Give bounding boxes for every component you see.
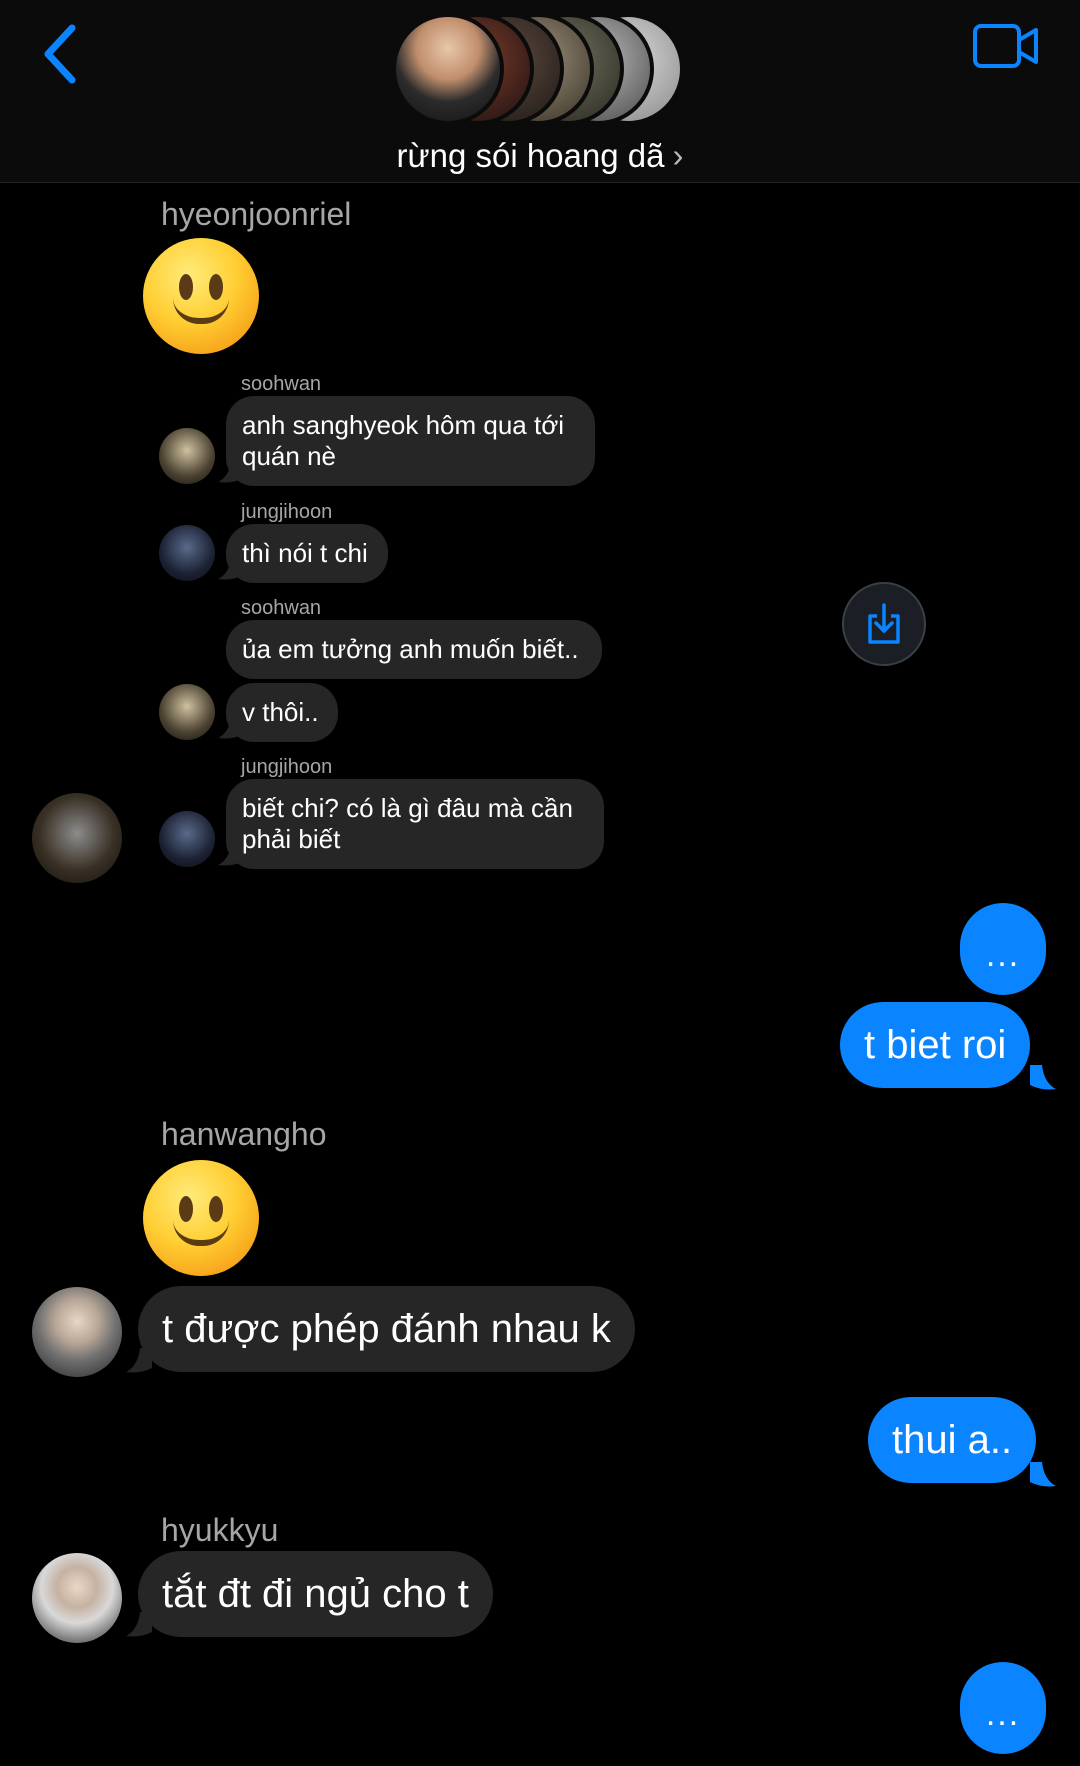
avatar — [32, 1287, 122, 1377]
avatar — [159, 428, 215, 484]
chevron-left-icon[interactable] — [36, 22, 86, 86]
avatar — [159, 525, 215, 581]
page-title: rừng sói hoang dã — [396, 137, 665, 174]
avatar — [159, 684, 215, 740]
message-bubble[interactable]: v thôi.. — [226, 683, 338, 742]
sender-name: hyukkyu — [161, 1512, 279, 1548]
avatar — [32, 793, 122, 883]
message-bubble[interactable]: anh sanghyeok hôm qua tới quán nè — [226, 396, 595, 486]
message-bubble-mine[interactable]: ... — [960, 903, 1046, 995]
message-bubble[interactable]: t được phép đánh nhau k — [138, 1286, 635, 1372]
reply-sender-name: jungjihoon — [241, 501, 333, 523]
slightly-smiling-face-icon — [143, 238, 259, 354]
message-bubble-mine[interactable]: ... — [960, 1662, 1046, 1754]
sender-name: hyeonjoonriel — [161, 196, 352, 232]
chevron-right-icon: › — [672, 137, 684, 174]
avatar — [392, 13, 504, 125]
message-bubble[interactable]: biết chi? có là gì đâu mà cần phải biết — [226, 779, 604, 869]
reply-sender-name: soohwan — [241, 597, 322, 619]
bubble-tail — [1030, 1462, 1056, 1487]
message-bubble-mine[interactable]: thui a.. — [868, 1397, 1037, 1483]
message-bubble[interactable]: thì nói t chi — [226, 524, 388, 583]
video-camera-icon[interactable] — [972, 22, 1040, 70]
group-title[interactable]: rừng sói hoang dã › — [0, 136, 1080, 176]
reply-sender-name: jungjihoon — [241, 756, 333, 778]
download-button[interactable] — [842, 582, 926, 666]
message-bubble[interactable]: tắt đt đi ngủ cho t — [138, 1551, 493, 1637]
message-bubble[interactable]: ủa em tưởng anh muốn biết.. — [226, 620, 602, 679]
chat-header: rừng sói hoang dã › — [0, 0, 1080, 183]
reply-sender-name: soohwan — [241, 373, 322, 395]
message-bubble-mine[interactable]: t biet roi — [840, 1002, 1031, 1088]
avatar — [32, 1553, 122, 1643]
slightly-smiling-face-icon — [143, 1160, 259, 1276]
avatar — [159, 811, 215, 867]
download-icon — [868, 603, 900, 644]
bubble-tail — [1030, 1065, 1056, 1090]
sender-name: hanwangho — [161, 1116, 327, 1152]
group-avatar-stack[interactable] — [392, 13, 684, 125]
